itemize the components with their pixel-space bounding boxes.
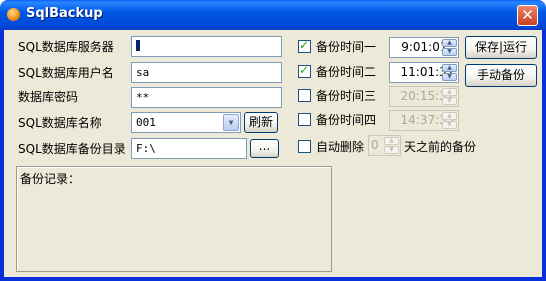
- server-input[interactable]: [131, 36, 282, 57]
- spin-down-icon[interactable]: ▼: [442, 73, 457, 81]
- window-title: SqlBackup: [26, 6, 103, 21]
- days-spinner[interactable]: ▲ ▼: [384, 137, 399, 154]
- dbname-label: SQL数据库名称: [18, 116, 102, 130]
- spin-down-icon[interactable]: ▼: [442, 121, 457, 129]
- user-label: SQL数据库用户名: [18, 66, 114, 80]
- close-icon: ✕: [521, 6, 534, 24]
- schedule-checkbox-2[interactable]: [298, 63, 311, 78]
- close-button[interactable]: ✕: [517, 5, 538, 26]
- time-spinner-3[interactable]: ▲ ▼: [442, 88, 457, 105]
- browse-button[interactable]: ...: [250, 139, 279, 158]
- schedule-checkbox-4[interactable]: [298, 113, 311, 126]
- spin-up-icon[interactable]: ▲: [442, 88, 457, 96]
- auto-delete-days-value: 0: [371, 138, 379, 152]
- time-spinner-1[interactable]: ▲ ▼: [442, 39, 457, 56]
- schedule-time-value-3: 20:15:31: [400, 89, 455, 103]
- refresh-button[interactable]: 刷新: [244, 112, 278, 133]
- schedule-time-picker-4[interactable]: 14:37:33 ▲ ▼: [389, 110, 459, 131]
- auto-delete-days-stepper[interactable]: 0 ▲ ▼: [368, 135, 401, 156]
- schedule-label-4: 备份时间四: [316, 113, 377, 127]
- spin-down-icon[interactable]: ▼: [442, 97, 457, 105]
- schedule-time-picker-1[interactable]: 9:01:01 ▲ ▼: [389, 37, 459, 58]
- time-spinner-2[interactable]: ▲ ▼: [442, 64, 457, 81]
- dbname-value: 001: [136, 116, 156, 129]
- schedule-label-3: 备份时间三: [316, 89, 377, 103]
- server-label: SQL数据库服务器: [18, 40, 114, 54]
- client-area: SQL数据库服务器 SQL数据库用户名 sa 数据库密码 ** SQL数据库名称…: [4, 30, 542, 277]
- backup-log-label: 备份记录：: [20, 172, 81, 186]
- spin-up-icon[interactable]: ▲: [442, 64, 457, 72]
- spin-down-icon[interactable]: ▼: [442, 48, 457, 56]
- app-icon: [7, 8, 20, 21]
- password-input[interactable]: **: [131, 87, 282, 108]
- spin-down-icon[interactable]: ▼: [384, 146, 399, 154]
- auto-delete-checkbox[interactable]: [298, 140, 311, 153]
- schedule-time-value-1: 9:01:01: [401, 40, 448, 54]
- schedule-checkbox-3[interactable]: [298, 89, 311, 102]
- user-input[interactable]: sa: [131, 62, 282, 83]
- backup-log-panel[interactable]: 备份记录：: [16, 166, 332, 272]
- schedule-label-1: 备份时间一: [316, 40, 377, 54]
- schedule-time-value-2: 11:01:31: [400, 65, 455, 79]
- schedule-checkbox-1[interactable]: [298, 38, 311, 53]
- password-label: 数据库密码: [18, 90, 79, 104]
- save-run-button[interactable]: 保存|运行: [465, 36, 537, 59]
- chevron-down-icon[interactable]: ▼: [223, 114, 239, 131]
- backupdir-input[interactable]: F:\: [131, 138, 247, 159]
- auto-delete-suffix: 天之前的备份: [404, 140, 477, 154]
- auto-delete-label: 自动删除: [316, 140, 365, 154]
- text-caret: [136, 40, 140, 51]
- spin-up-icon[interactable]: ▲: [384, 137, 399, 145]
- schedule-time-picker-3[interactable]: 20:15:31 ▲ ▼: [389, 86, 459, 107]
- schedule-time-value-4: 14:37:33: [400, 113, 455, 127]
- time-spinner-4[interactable]: ▲ ▼: [442, 112, 457, 129]
- schedule-time-picker-2[interactable]: 11:01:31 ▲ ▼: [389, 62, 459, 83]
- spin-up-icon[interactable]: ▲: [442, 39, 457, 47]
- title-bar[interactable]: SqlBackup ✕: [0, 0, 546, 30]
- app-window: SqlBackup ✕ SQL数据库服务器 SQL数据库用户名 sa 数据库密码…: [0, 0, 546, 281]
- spin-up-icon[interactable]: ▲: [442, 112, 457, 120]
- dbname-select[interactable]: 001 ▼: [131, 112, 241, 133]
- schedule-label-2: 备份时间二: [316, 65, 377, 79]
- manual-backup-button[interactable]: 手动备份: [465, 64, 537, 87]
- backupdir-label: SQL数据库备份目录: [18, 142, 126, 156]
